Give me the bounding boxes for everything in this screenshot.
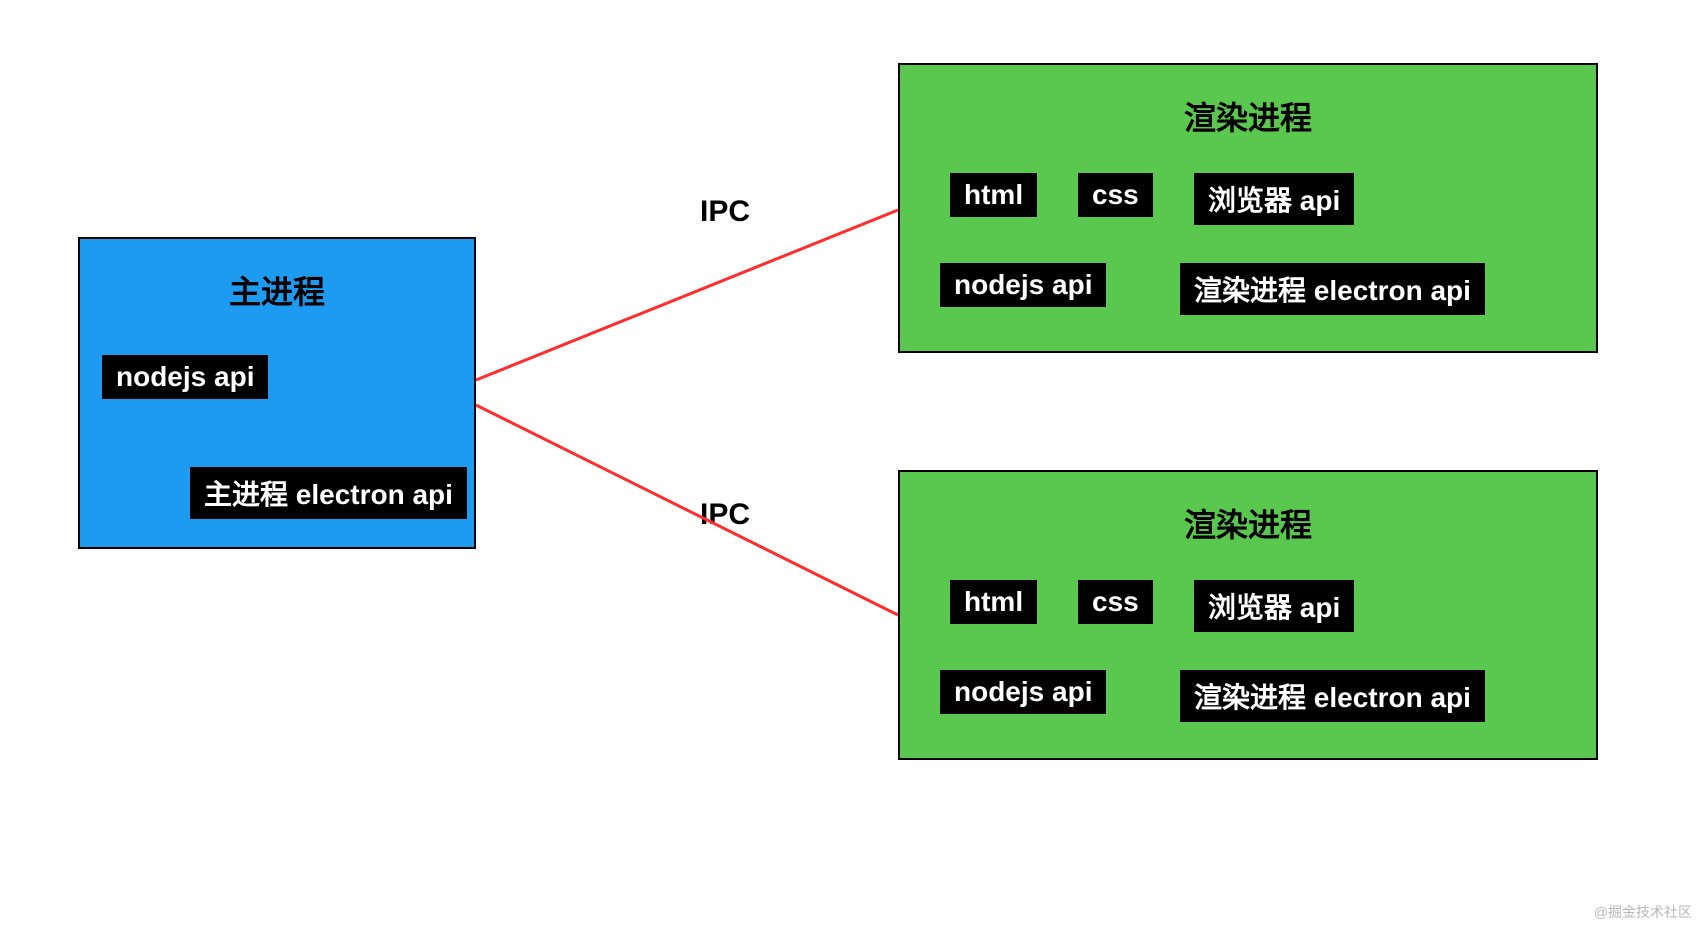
render-process-2-title: 渲染进程 (900, 472, 1596, 546)
browser-api-tag: 浏览器 api (1194, 173, 1354, 225)
render-process-box-2: 渲染进程 html css 浏览器 api nodejs api 渲染进程 el… (898, 470, 1598, 760)
render-process-1-title: 渲染进程 (900, 65, 1596, 139)
watermark: @掘金技术社区 (1594, 902, 1692, 922)
nodejs-api-tag-render2: nodejs api (940, 670, 1106, 714)
css-tag: css (1078, 173, 1153, 217)
main-electron-api-tag: 主进程 electron api (190, 467, 467, 519)
nodejs-api-tag: nodejs api (102, 355, 268, 399)
main-process-title: 主进程 (80, 239, 474, 313)
html-tag: html (950, 173, 1037, 217)
render-electron-api-tag-1: 渲染进程 electron api (1180, 263, 1485, 315)
css-tag-2: css (1078, 580, 1153, 624)
render-electron-api-tag-2: 渲染进程 electron api (1180, 670, 1485, 722)
render-process-box-1: 渲染进程 html css 浏览器 api nodejs api 渲染进程 el… (898, 63, 1598, 353)
html-tag-2: html (950, 580, 1037, 624)
main-process-box: 主进程 nodejs api 主进程 electron api (78, 237, 476, 549)
ipc-label-1: IPC (700, 195, 750, 229)
nodejs-api-tag-render1: nodejs api (940, 263, 1106, 307)
ipc-label-2: IPC (700, 498, 750, 532)
browser-api-tag-2: 浏览器 api (1194, 580, 1354, 632)
